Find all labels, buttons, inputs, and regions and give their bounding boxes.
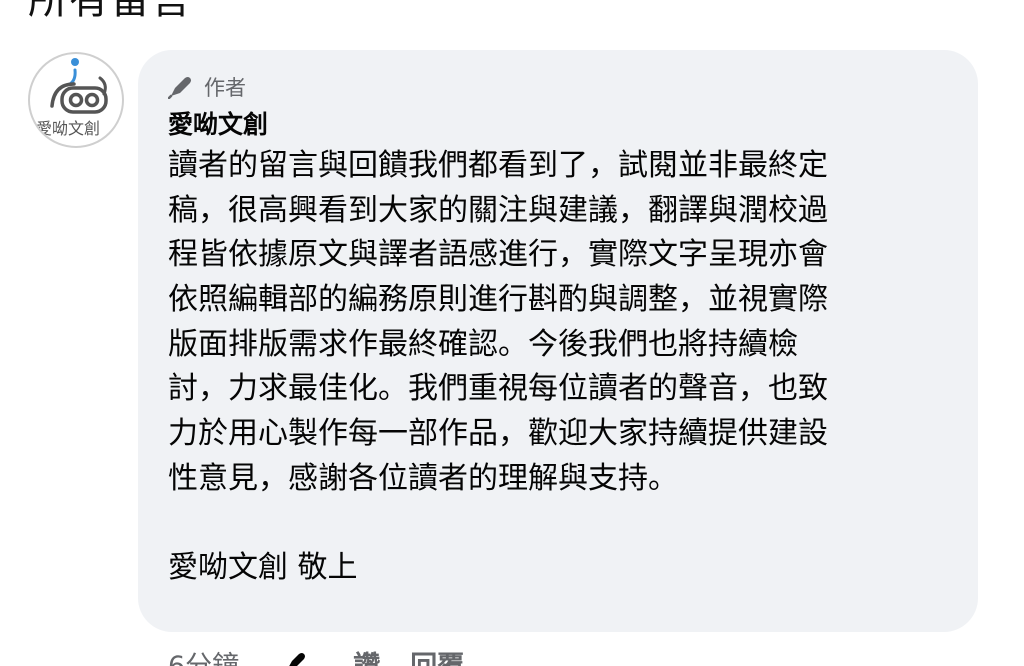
avatar-logo-text: 愛呦文創: [36, 119, 101, 138]
comment-text-line: 版面排版需求作最終確認。今後我們也將持續檢: [168, 326, 798, 362]
pin-icon: [283, 650, 309, 666]
comment-text-line: 讀者的留言與回饋我們都看到了，試閱並非最終定: [168, 148, 828, 183]
author-badge: 作者: [168, 72, 246, 102]
author-badge-label: 作者: [204, 76, 246, 100]
comment-timestamp[interactable]: 6分鐘: [168, 644, 239, 666]
comment-text-gap: [168, 502, 958, 547]
reply-button[interactable]: 回覆: [410, 644, 464, 666]
avatar[interactable]: 愛呦文創: [28, 52, 124, 148]
comment-text-line: 性意見，感謝各位讀者的理解與支持。: [168, 460, 678, 496]
pen-icon: [168, 77, 191, 99]
comment-text-line: 稿，很高興看到大家的關注與建議，翻譯與潤校過: [168, 192, 828, 228]
comment-signature: 愛呦文創 敬上: [168, 550, 358, 586]
comment-text-line: 討，力求最佳化。我們重視每位讀者的聲音，也致: [168, 371, 828, 407]
comment-text-line: 依照編輯部的編務原則進行斟酌與調整，並視實際: [168, 282, 828, 318]
section-heading: 所有留言: [28, 0, 192, 23]
comment-text-line: 程皆依據原文與譯者語感進行，實際文字呈現亦會: [168, 237, 828, 273]
like-button[interactable]: 讚: [353, 644, 380, 666]
comment-text-line: 力於用心製作每一部作品，歡迎大家持續提供建設: [168, 416, 828, 452]
comment-action-row: 6分鐘 讚 回覆: [168, 644, 464, 666]
comment-text: 讀者的留言與回饋我們都看到了，試閱並非最終定 稿，很高興看到大家的關注與建議，翻…: [168, 144, 958, 591]
comment-author-name[interactable]: 愛呦文創: [168, 108, 268, 142]
comment-page: 所有留言 愛呦文創 作者 愛呦文創 讀者的留言與回饋我們都看到了，試閱並非最終定…: [0, 0, 1024, 666]
